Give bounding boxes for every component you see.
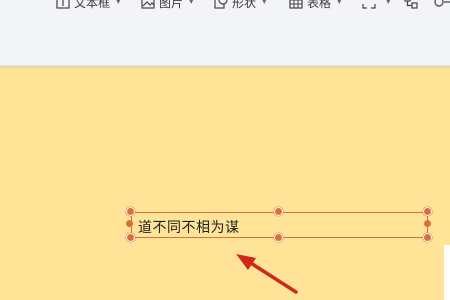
more-icon xyxy=(434,0,450,9)
resize-handle-top-middle[interactable] xyxy=(274,207,283,216)
resize-handle-middle-right[interactable] xyxy=(424,220,431,227)
more-button[interactable] xyxy=(434,0,450,10)
resize-handle-bottom-middle[interactable] xyxy=(274,233,283,242)
resize-handle-bottom-left[interactable] xyxy=(126,233,135,242)
fullscreen-icon xyxy=(362,0,376,9)
resize-handle-bottom-right[interactable] xyxy=(423,233,432,242)
textbox-text[interactable]: 道不同不相为谋 xyxy=(138,217,240,237)
chevron-down-icon: ▾ xyxy=(189,0,194,7)
insert-shape-button[interactable]: 形状 ▾ xyxy=(214,0,267,10)
chevron-down-icon: ▾ xyxy=(116,0,121,7)
insert-image-button[interactable]: 图片 ▾ xyxy=(141,0,194,10)
flowchart-icon xyxy=(404,0,418,9)
flowchart-button[interactable] xyxy=(404,0,418,10)
resize-handle-top-left[interactable] xyxy=(126,207,135,216)
annotation-arrow-icon xyxy=(236,254,298,294)
image-label: 图片 xyxy=(159,0,184,10)
toolbar: 文本框 ▾ 图片 ▾ 形状 ▾ 表格 ▾ ▾ xyxy=(0,0,450,66)
insert-table-button[interactable]: 表格 ▾ xyxy=(289,0,342,10)
text-box-icon xyxy=(56,0,70,9)
textbox-label: 文本框 xyxy=(74,0,111,10)
shape-icon xyxy=(214,0,228,9)
chevron-down-icon: ▾ xyxy=(262,0,267,7)
image-icon xyxy=(141,0,155,9)
shape-label: 形状 xyxy=(232,0,257,10)
chevron-down-icon: ▾ xyxy=(337,0,342,7)
resize-handle-top-right[interactable] xyxy=(423,207,432,216)
insert-textbox-button[interactable]: 文本框 ▾ xyxy=(56,0,121,10)
table-icon xyxy=(289,0,303,9)
side-panel-edge xyxy=(444,245,450,300)
chevron-down-icon: ▾ xyxy=(386,0,391,7)
slide-canvas[interactable] xyxy=(0,70,450,300)
table-label: 表格 xyxy=(307,0,332,10)
fullscreen-button[interactable]: ▾ xyxy=(362,0,391,10)
resize-handle-middle-left[interactable] xyxy=(126,220,133,227)
